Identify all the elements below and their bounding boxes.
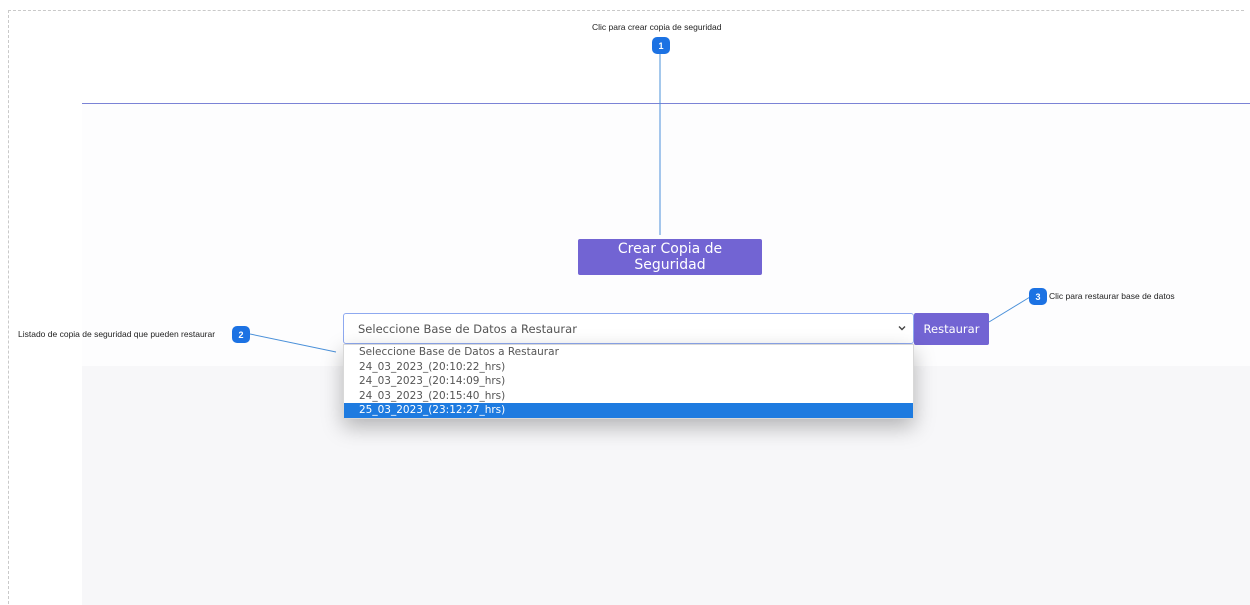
- annotation-2-badge: 2: [232, 326, 250, 343]
- chevron-down-icon: [898, 326, 906, 331]
- select-value: Seleccione Base de Datos a Restaurar: [358, 321, 577, 336]
- frame-top-border: [8, 10, 1244, 11]
- dropdown-option[interactable]: Seleccione Base de Datos a Restaurar: [344, 345, 913, 360]
- annotation-1-badge: 1: [652, 37, 670, 54]
- dropdown-option[interactable]: 24_03_2023_(20:14:09_hrs): [344, 374, 913, 389]
- annotation-2-text: Listado de copia de seguridad que pueden…: [18, 329, 216, 339]
- restore-button[interactable]: Restaurar: [914, 313, 989, 345]
- dropdown-option[interactable]: 24_03_2023_(20:15:40_hrs): [344, 389, 913, 404]
- annotation-1-text: Clic para crear copia de seguridad: [592, 22, 722, 32]
- annotation-3-text: Clic para restaurar base de datos: [1049, 291, 1175, 301]
- restore-database-select[interactable]: Seleccione Base de Datos a Restaurar: [343, 313, 914, 344]
- annotation-3-badge: 3: [1029, 288, 1047, 305]
- backup-options-dropdown: Seleccione Base de Datos a Restaurar 24_…: [343, 344, 914, 419]
- frame-left-border: [8, 10, 9, 604]
- dropdown-option[interactable]: 24_03_2023_(20:10:22_hrs): [344, 360, 913, 375]
- dropdown-option-selected[interactable]: 25_03_2023_(23:12:27_hrs): [344, 403, 913, 418]
- create-backup-button[interactable]: Crear Copia de Seguridad: [578, 239, 762, 275]
